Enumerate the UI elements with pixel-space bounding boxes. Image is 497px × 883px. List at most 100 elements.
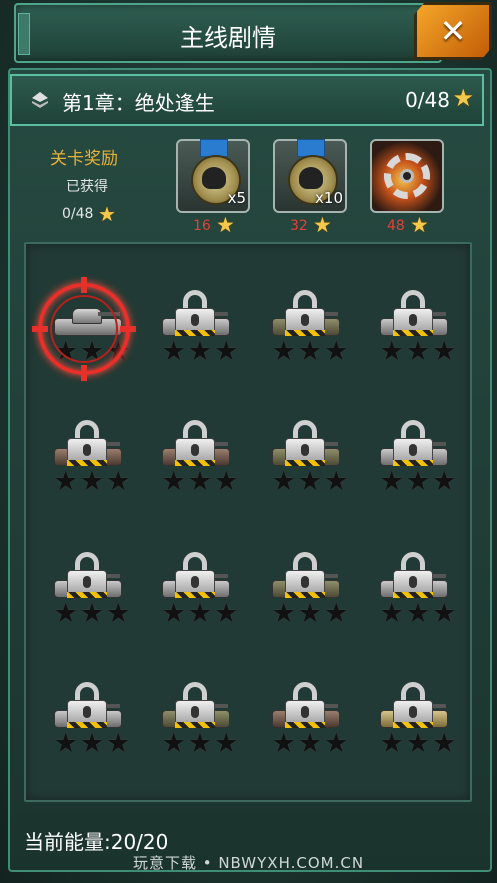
empty-star-icon: ★ — [271, 466, 296, 497]
reward-multiplier: x5 — [227, 189, 246, 207]
stage-14[interactable]: ★ ★ ★ — [152, 676, 242, 766]
lock-icon — [175, 290, 215, 336]
stage-stars: ★ ★ ★ — [376, 600, 460, 627]
lock-icon — [67, 682, 107, 728]
lock-hole — [409, 706, 417, 718]
empty-star-icon: ★ — [297, 466, 323, 497]
reward-requirement: 48 — [387, 218, 405, 234]
skull-medal-icon — [299, 167, 323, 189]
stage-5[interactable]: ★ ★ ★ — [44, 414, 134, 504]
empty-star-icon: ★ — [297, 598, 323, 629]
empty-star-icon: ★ — [324, 728, 349, 759]
stage-3[interactable]: ★ ★ ★ — [262, 284, 352, 374]
page-title: 主线剧情 — [180, 24, 276, 52]
lock-icon — [67, 420, 107, 466]
reticle-tick — [81, 277, 87, 293]
star-icon: ★ — [216, 213, 235, 237]
empty-star-icon: ★ — [405, 728, 431, 759]
empty-star-icon: ★ — [432, 336, 457, 367]
empty-star-icon: ★ — [297, 728, 323, 759]
chapter-header: 第1章：绝处逢生 0/48 ★ — [10, 74, 484, 126]
stage-9[interactable]: ★ ★ ★ — [44, 546, 134, 636]
empty-star-icon: ★ — [161, 466, 186, 497]
lock-icon — [285, 420, 325, 466]
lock-hole — [83, 576, 91, 588]
empty-star-icon: ★ — [214, 598, 239, 629]
empty-star-icon: ★ — [79, 728, 105, 759]
empty-star-icon: ★ — [161, 598, 186, 629]
star-icon: ★ — [313, 213, 332, 237]
stage-11[interactable]: ★ ★ ★ — [262, 546, 352, 636]
empty-star-icon: ★ — [106, 728, 131, 759]
lock-icon — [285, 290, 325, 336]
stage-12[interactable]: ★ ★ ★ — [370, 546, 460, 636]
reward-chest-3[interactable] — [370, 139, 444, 213]
stage-10[interactable]: ★ ★ ★ — [152, 546, 242, 636]
stage-6[interactable]: ★ ★ ★ — [152, 414, 242, 504]
lock-hole — [409, 576, 417, 588]
stage-13[interactable]: ★ ★ ★ — [44, 676, 134, 766]
chapter-progress: 0/48 — [405, 88, 450, 112]
stage-stars: ★ ★ ★ — [158, 730, 242, 757]
empty-star-icon: ★ — [106, 466, 131, 497]
empty-star-icon: ★ — [187, 336, 213, 367]
reticle-tick — [32, 326, 48, 332]
empty-star-icon: ★ — [405, 598, 431, 629]
empty-star-icon: ★ — [53, 466, 78, 497]
rewards-earned: 0/48 — [62, 206, 94, 222]
stage-4[interactable]: ★ ★ ★ — [370, 284, 460, 374]
lock-icon — [175, 682, 215, 728]
stage-stars: ★ ★ ★ — [50, 468, 134, 495]
empty-star-icon: ★ — [405, 466, 431, 497]
stage-2[interactable]: ★ ★ ★ — [152, 284, 242, 374]
lock-icon — [393, 552, 433, 598]
empty-star-icon: ★ — [271, 336, 296, 367]
reward-chest-1[interactable]: x5 — [176, 139, 250, 213]
stage-stars: ★ ★ ★ — [50, 730, 134, 757]
lock-hole — [301, 314, 309, 326]
stage-stars: ★ ★ ★ — [158, 468, 242, 495]
lock-hole — [301, 444, 309, 456]
close-button[interactable]: ✕ — [414, 2, 492, 60]
close-icon: ✕ — [439, 12, 467, 50]
reticle-tick — [120, 326, 136, 332]
lock-hole — [191, 444, 199, 456]
title-bar: 主线剧情 — [14, 3, 442, 63]
stage-stars: ★ ★ ★ — [268, 468, 352, 495]
chapter-icon — [32, 92, 48, 108]
stage-15[interactable]: ★ ★ ★ — [262, 676, 352, 766]
reward-chest-2[interactable]: x10 — [273, 139, 347, 213]
empty-star-icon: ★ — [324, 598, 349, 629]
empty-star-icon: ★ — [324, 466, 349, 497]
target-reticle-icon — [32, 277, 136, 381]
lock-hole — [409, 444, 417, 456]
reward-requirement: 16 — [193, 218, 211, 234]
empty-star-icon: ★ — [214, 728, 239, 759]
lock-icon — [175, 420, 215, 466]
empty-star-icon: ★ — [432, 466, 457, 497]
empty-star-icon: ★ — [379, 466, 404, 497]
empty-star-icon: ★ — [187, 598, 213, 629]
lock-hole — [301, 576, 309, 588]
stage-16[interactable]: ★ ★ ★ — [370, 676, 460, 766]
empty-star-icon: ★ — [379, 598, 404, 629]
energy-status: 当前能量:20/20 — [24, 830, 169, 854]
lock-icon — [175, 552, 215, 598]
lock-hole — [409, 314, 417, 326]
empty-star-icon: ★ — [271, 728, 296, 759]
stage-7[interactable]: ★ ★ ★ — [262, 414, 352, 504]
star-icon: ★ — [410, 213, 429, 237]
skull-medal-icon — [202, 167, 226, 189]
empty-star-icon: ★ — [161, 728, 186, 759]
empty-star-icon: ★ — [297, 336, 323, 367]
stage-stars: ★ ★ ★ — [376, 730, 460, 757]
stage-8[interactable]: ★ ★ ★ — [370, 414, 460, 504]
lock-icon — [393, 290, 433, 336]
lock-hole — [301, 706, 309, 718]
star-icon: ★ — [452, 84, 474, 112]
lock-icon — [393, 682, 433, 728]
lock-hole — [83, 444, 91, 456]
rewards-subtitle: 已获得 — [66, 179, 108, 195]
reward-requirement: 32 — [290, 218, 308, 234]
stage-stars: ★ ★ ★ — [50, 600, 134, 627]
